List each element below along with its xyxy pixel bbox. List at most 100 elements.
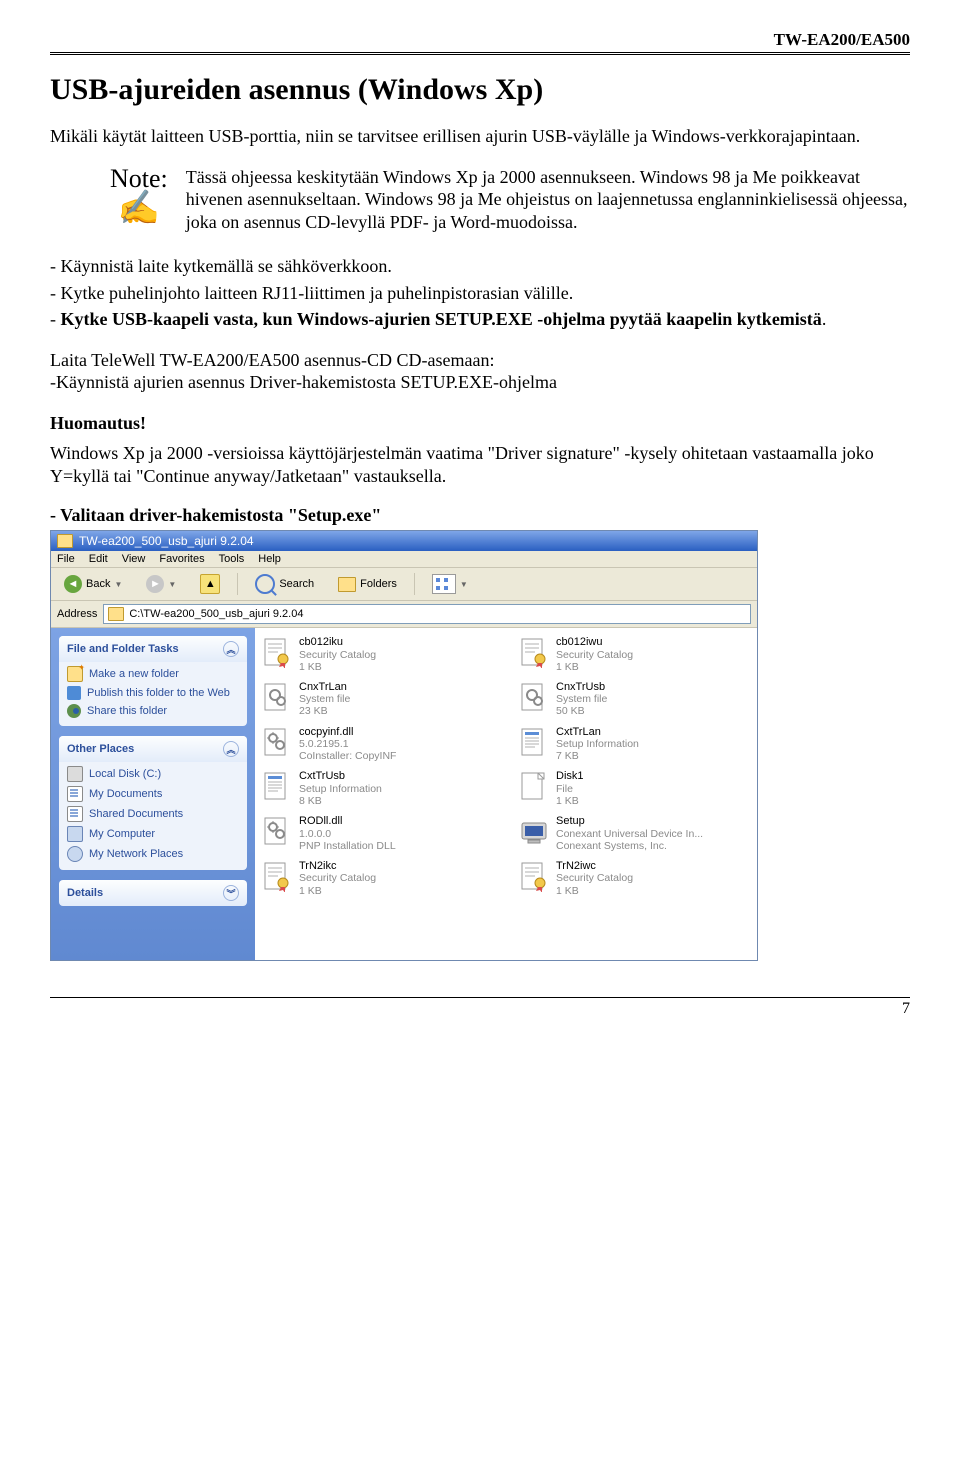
file-size: 1 KB bbox=[299, 885, 376, 897]
cert-icon bbox=[261, 860, 293, 892]
file-meta: TrN2iwcSecurity Catalog1 KB bbox=[556, 860, 633, 897]
file-meta: cocpyinf.dll5.0.2195.1CoInstaller: CopyI… bbox=[299, 726, 396, 763]
note-label: Note: bbox=[110, 166, 168, 192]
explorer-titlebar[interactable]: TW-ea200_500_usb_ajuri 9.2.04 bbox=[51, 531, 757, 551]
file-item[interactable]: CxtTrUsbSetup Information8 KB bbox=[261, 770, 494, 807]
header-model: TW-EA200/EA500 bbox=[50, 30, 910, 50]
place-label: My Computer bbox=[89, 828, 155, 840]
file-item[interactable]: cb012iwuSecurity Catalog1 KB bbox=[518, 636, 751, 673]
up-icon: ▲ bbox=[200, 574, 220, 594]
chevron-down-icon: ▼ bbox=[460, 580, 468, 589]
computer-icon bbox=[67, 826, 83, 842]
folders-button[interactable]: Folders bbox=[331, 574, 404, 595]
file-item[interactable]: CxtTrLanSetup Information7 KB bbox=[518, 726, 751, 763]
task-share-folder[interactable]: Share this folder bbox=[67, 704, 239, 718]
file-type: System file bbox=[299, 693, 350, 705]
select-setup-heading: - Valitaan driver-hakemistosta "Setup.ex… bbox=[50, 505, 910, 526]
page-number: 7 bbox=[50, 998, 910, 1018]
file-item[interactable]: SetupConexant Universal Device In...Cone… bbox=[518, 815, 751, 852]
address-field[interactable]: C:\TW-ea200_500_usb_ajuri 9.2.04 bbox=[103, 604, 751, 624]
menu-tools[interactable]: Tools bbox=[219, 553, 245, 565]
task-label: Make a new folder bbox=[89, 668, 179, 680]
up-button[interactable]: ▲ bbox=[193, 571, 227, 597]
file-name: CxtTrLan bbox=[556, 726, 639, 739]
task-publish-folder[interactable]: Publish this folder to the Web bbox=[67, 686, 239, 700]
new-folder-icon bbox=[67, 666, 83, 682]
menu-view[interactable]: View bbox=[122, 553, 146, 565]
step-c-prefix: - bbox=[50, 309, 61, 329]
menu-favorites[interactable]: Favorites bbox=[159, 553, 204, 565]
file-type: Security Catalog bbox=[556, 872, 633, 884]
chevron-up-icon: ︽ bbox=[223, 641, 239, 657]
place-my-network-places[interactable]: My Network Places bbox=[67, 846, 239, 862]
file-name: RODll.dll bbox=[299, 815, 396, 828]
chevron-up-icon: ︽ bbox=[223, 741, 239, 757]
file-item[interactable]: CnxTrLanSystem file23 KB bbox=[261, 681, 494, 718]
file-name: TrN2iwc bbox=[556, 860, 633, 873]
file-meta: cb012ikuSecurity Catalog1 KB bbox=[299, 636, 376, 673]
place-my-computer[interactable]: My Computer bbox=[67, 826, 239, 842]
place-my-documents[interactable]: My Documents bbox=[67, 786, 239, 802]
file-size: 1 KB bbox=[556, 795, 584, 807]
menu-file[interactable]: File bbox=[57, 553, 75, 565]
file-item[interactable]: cb012ikuSecurity Catalog1 KB bbox=[261, 636, 494, 673]
file-size: 50 KB bbox=[556, 705, 607, 717]
back-button[interactable]: ◄ Back ▼ bbox=[57, 572, 129, 596]
explorer-menubar: File Edit View Favorites Tools Help bbox=[51, 551, 757, 568]
task-make-new-folder[interactable]: Make a new folder bbox=[67, 666, 239, 682]
explorer-sidebar: File and Folder Tasks ︽ Make a new folde… bbox=[51, 628, 255, 960]
file-meta: RODll.dll1.0.0.0PNP Installation DLL bbox=[299, 815, 396, 852]
sidebar-other-places-header[interactable]: Other Places ︽ bbox=[59, 736, 247, 762]
forward-button[interactable]: ► ▼ bbox=[139, 572, 183, 596]
file-item[interactable]: cocpyinf.dll5.0.2195.1CoInstaller: CopyI… bbox=[261, 726, 494, 763]
sys-icon bbox=[261, 681, 293, 713]
dll-icon bbox=[261, 815, 293, 847]
cert-icon bbox=[261, 636, 293, 668]
toolbar-separator bbox=[237, 573, 238, 595]
place-label: My Documents bbox=[89, 788, 162, 800]
step-c: - Kytke USB-kaapeli vasta, kun Windows-a… bbox=[50, 308, 910, 331]
file-item[interactable]: RODll.dll1.0.0.0PNP Installation DLL bbox=[261, 815, 494, 852]
menu-help[interactable]: Help bbox=[258, 553, 281, 565]
file-meta: Disk1File1 KB bbox=[556, 770, 584, 807]
file-size: 1 KB bbox=[556, 885, 633, 897]
menu-edit[interactable]: Edit bbox=[89, 553, 108, 565]
place-label: Local Disk (C:) bbox=[89, 768, 161, 780]
file-type: Security Catalog bbox=[556, 649, 633, 661]
search-button[interactable]: Search bbox=[248, 571, 321, 597]
place-label: My Network Places bbox=[89, 848, 183, 860]
explorer-file-list: cb012ikuSecurity Catalog1 KB cb012iwuSecu… bbox=[255, 628, 757, 960]
disk-icon bbox=[518, 770, 550, 802]
file-type: System file bbox=[556, 693, 607, 705]
back-icon: ◄ bbox=[64, 575, 82, 593]
sidebar-details-title: Details bbox=[67, 887, 103, 899]
file-name: TrN2ikc bbox=[299, 860, 376, 873]
file-item[interactable]: CnxTrUsbSystem file50 KB bbox=[518, 681, 751, 718]
sidebar-file-tasks-header[interactable]: File and Folder Tasks ︽ bbox=[59, 636, 247, 662]
file-item[interactable]: TrN2ikcSecurity Catalog1 KB bbox=[261, 860, 494, 897]
file-item[interactable]: TrN2iwcSecurity Catalog1 KB bbox=[518, 860, 751, 897]
window-title: TW-ea200_500_usb_ajuri 9.2.04 bbox=[79, 534, 254, 548]
setup-icon bbox=[518, 815, 550, 847]
file-size: PNP Installation DLL bbox=[299, 840, 396, 852]
explorer-addressbar: Address C:\TW-ea200_500_usb_ajuri 9.2.04 bbox=[51, 601, 757, 628]
file-type: Setup Information bbox=[299, 783, 382, 795]
task-label: Share this folder bbox=[87, 705, 167, 717]
folder-icon bbox=[57, 534, 73, 548]
file-item[interactable]: Disk1File1 KB bbox=[518, 770, 751, 807]
place-local-disk[interactable]: Local Disk (C:) bbox=[67, 766, 239, 782]
cert-icon bbox=[518, 636, 550, 668]
explorer-window: TW-ea200_500_usb_ajuri 9.2.04 File Edit … bbox=[50, 530, 758, 961]
file-meta: CxtTrLanSetup Information7 KB bbox=[556, 726, 639, 763]
intro-paragraph: Mikäli käytät laitteen USB-porttia, niin… bbox=[50, 125, 910, 148]
sidebar-details-header[interactable]: Details ︾ bbox=[59, 880, 247, 906]
file-name: CnxTrUsb bbox=[556, 681, 607, 694]
step-b: - Kytke puhelinjohto laitteen RJ11-liitt… bbox=[50, 282, 910, 305]
place-shared-documents[interactable]: Shared Documents bbox=[67, 806, 239, 822]
file-size: 1 KB bbox=[556, 661, 633, 673]
network-icon bbox=[67, 846, 83, 862]
forward-icon: ► bbox=[146, 575, 164, 593]
views-button[interactable]: ▼ bbox=[425, 571, 475, 597]
sidebar-file-tasks-title: File and Folder Tasks bbox=[67, 643, 179, 655]
file-type: 5.0.2195.1 bbox=[299, 738, 396, 750]
